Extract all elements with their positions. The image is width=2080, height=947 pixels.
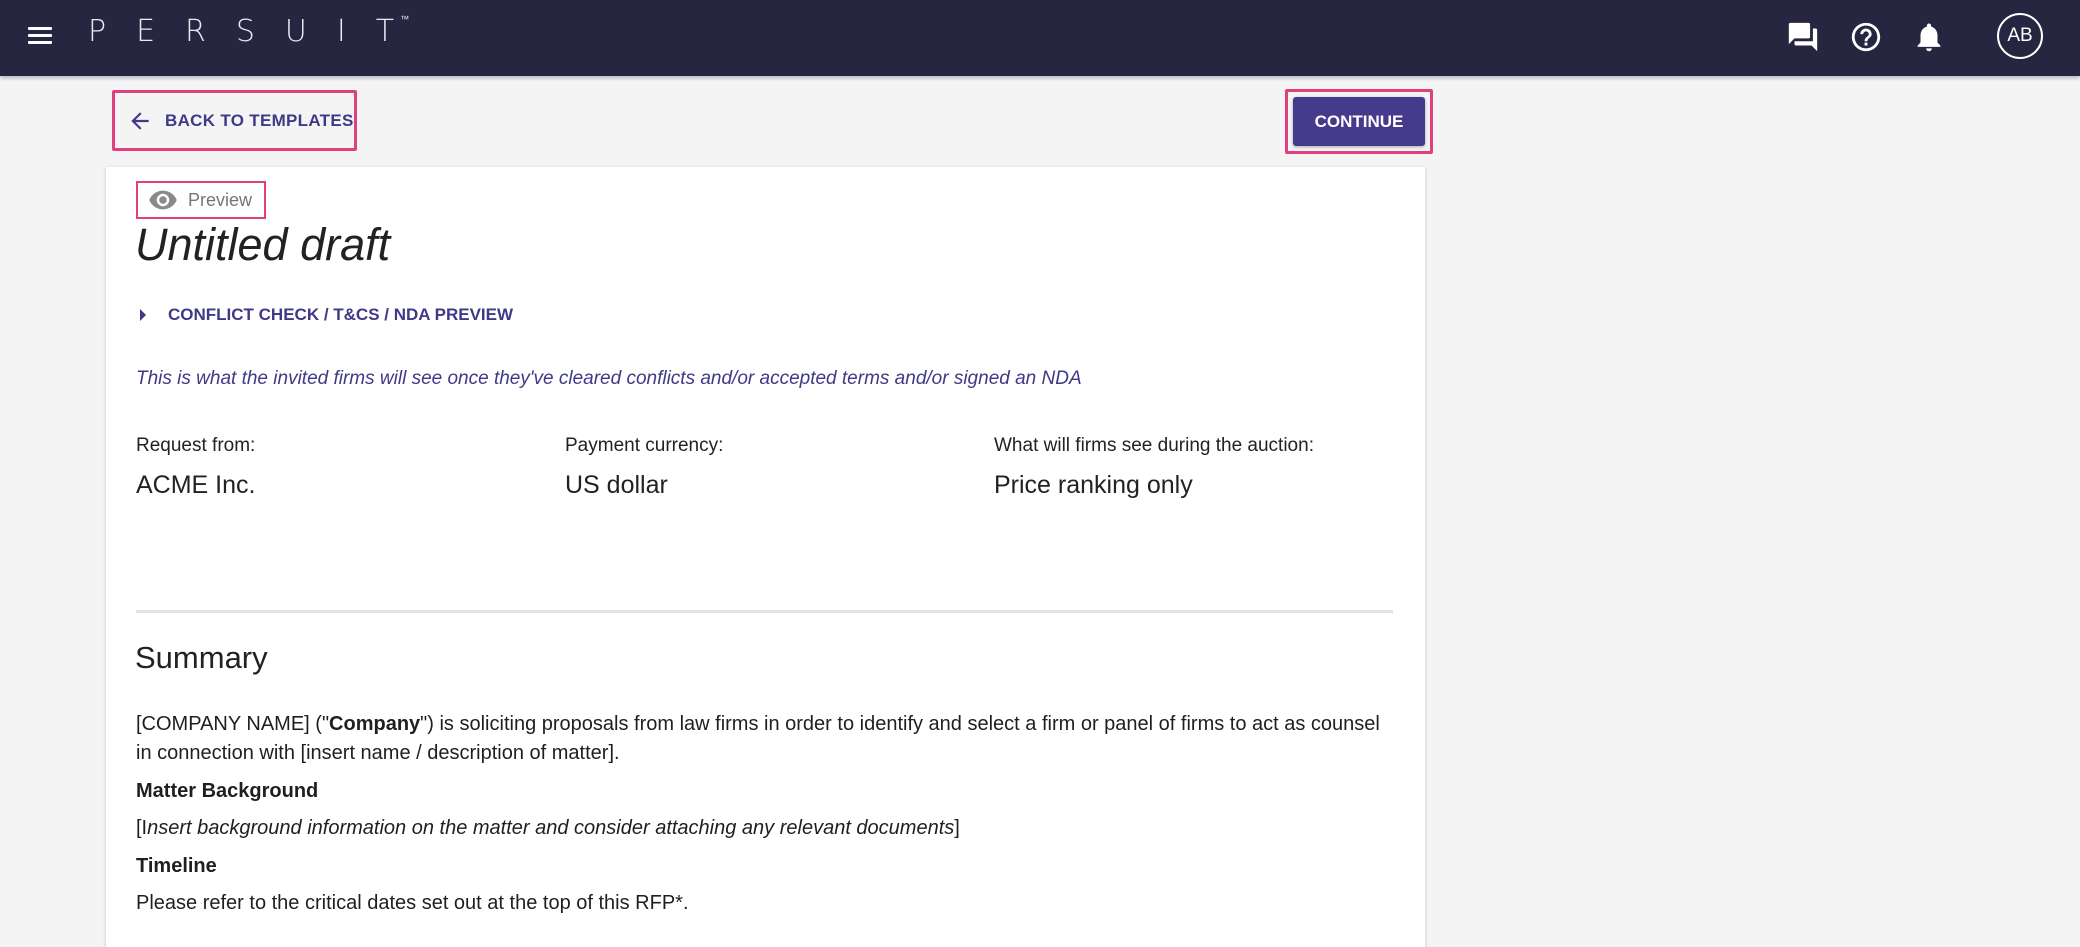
continue-highlight: CONTINUE xyxy=(1285,89,1433,154)
help-icon[interactable] xyxy=(1849,20,1883,54)
logo-text: PERSUIT xyxy=(88,14,425,49)
auction-visibility-label: What will firms see during the auction: xyxy=(994,435,1314,456)
request-from-block: Request from: ACME Inc. xyxy=(136,435,255,500)
persuit-logo[interactable]: PERSUIT™ xyxy=(88,14,433,49)
user-avatar[interactable]: AB xyxy=(1997,13,2043,59)
matter-close: ] xyxy=(954,817,960,839)
conflict-check-toggle[interactable]: CONFLICT CHECK / T&CS / NDA PREVIEW xyxy=(140,305,513,325)
continue-button[interactable]: CONTINUE xyxy=(1293,97,1425,146)
intro-prefix: [COMPANY NAME] (" xyxy=(136,713,330,735)
arrow-left-icon xyxy=(131,111,149,130)
eye-icon xyxy=(149,190,177,210)
menu-icon[interactable] xyxy=(26,22,54,50)
payment-currency-value: US dollar xyxy=(565,471,668,499)
matter-italic: nsert background information on the matt… xyxy=(147,817,955,839)
matter-background-text: [Insert background information on the ma… xyxy=(136,814,960,843)
back-to-templates-label: BACK TO TEMPLATES xyxy=(165,110,354,130)
back-to-templates-button[interactable]: BACK TO TEMPLATES xyxy=(112,90,357,151)
auction-visibility-block: What will firms see during the auction: … xyxy=(994,435,1314,500)
summary-heading: Summary xyxy=(135,640,268,675)
auction-visibility-value: Price ranking only xyxy=(994,471,1193,499)
payment-currency-block: Payment currency: US dollar xyxy=(565,435,723,500)
notification-bell-icon[interactable] xyxy=(1912,20,1946,54)
matter-background-heading: Matter Background xyxy=(136,780,319,802)
section-divider xyxy=(136,610,1393,613)
preview-badge: Preview xyxy=(136,181,266,219)
matter-open: [I xyxy=(136,817,148,839)
page-title: Untitled draft xyxy=(135,219,391,270)
app-header: PERSUIT™ AB xyxy=(0,0,2080,76)
caret-right-icon xyxy=(140,309,146,321)
preview-note: This is what the invited firms will see … xyxy=(136,368,1082,389)
payment-currency-label: Payment currency: xyxy=(565,435,724,456)
preview-label: Preview xyxy=(188,189,253,210)
chat-icon[interactable] xyxy=(1786,20,1820,54)
request-from-label: Request from: xyxy=(136,435,256,456)
conflict-check-label: CONFLICT CHECK / T&CS / NDA PREVIEW xyxy=(168,305,514,324)
logo-trademark: ™ xyxy=(400,15,410,25)
summary-intro: [COMPANY NAME] ("Company") is soliciting… xyxy=(136,710,1386,768)
rfp-preview-card: Preview Untitled draft CONFLICT CHECK / … xyxy=(106,167,1425,947)
timeline-text: Please refer to the critical dates set o… xyxy=(136,892,689,914)
request-from-value: ACME Inc. xyxy=(136,471,256,499)
timeline-heading: Timeline xyxy=(136,855,217,877)
intro-company: Company xyxy=(329,713,421,735)
